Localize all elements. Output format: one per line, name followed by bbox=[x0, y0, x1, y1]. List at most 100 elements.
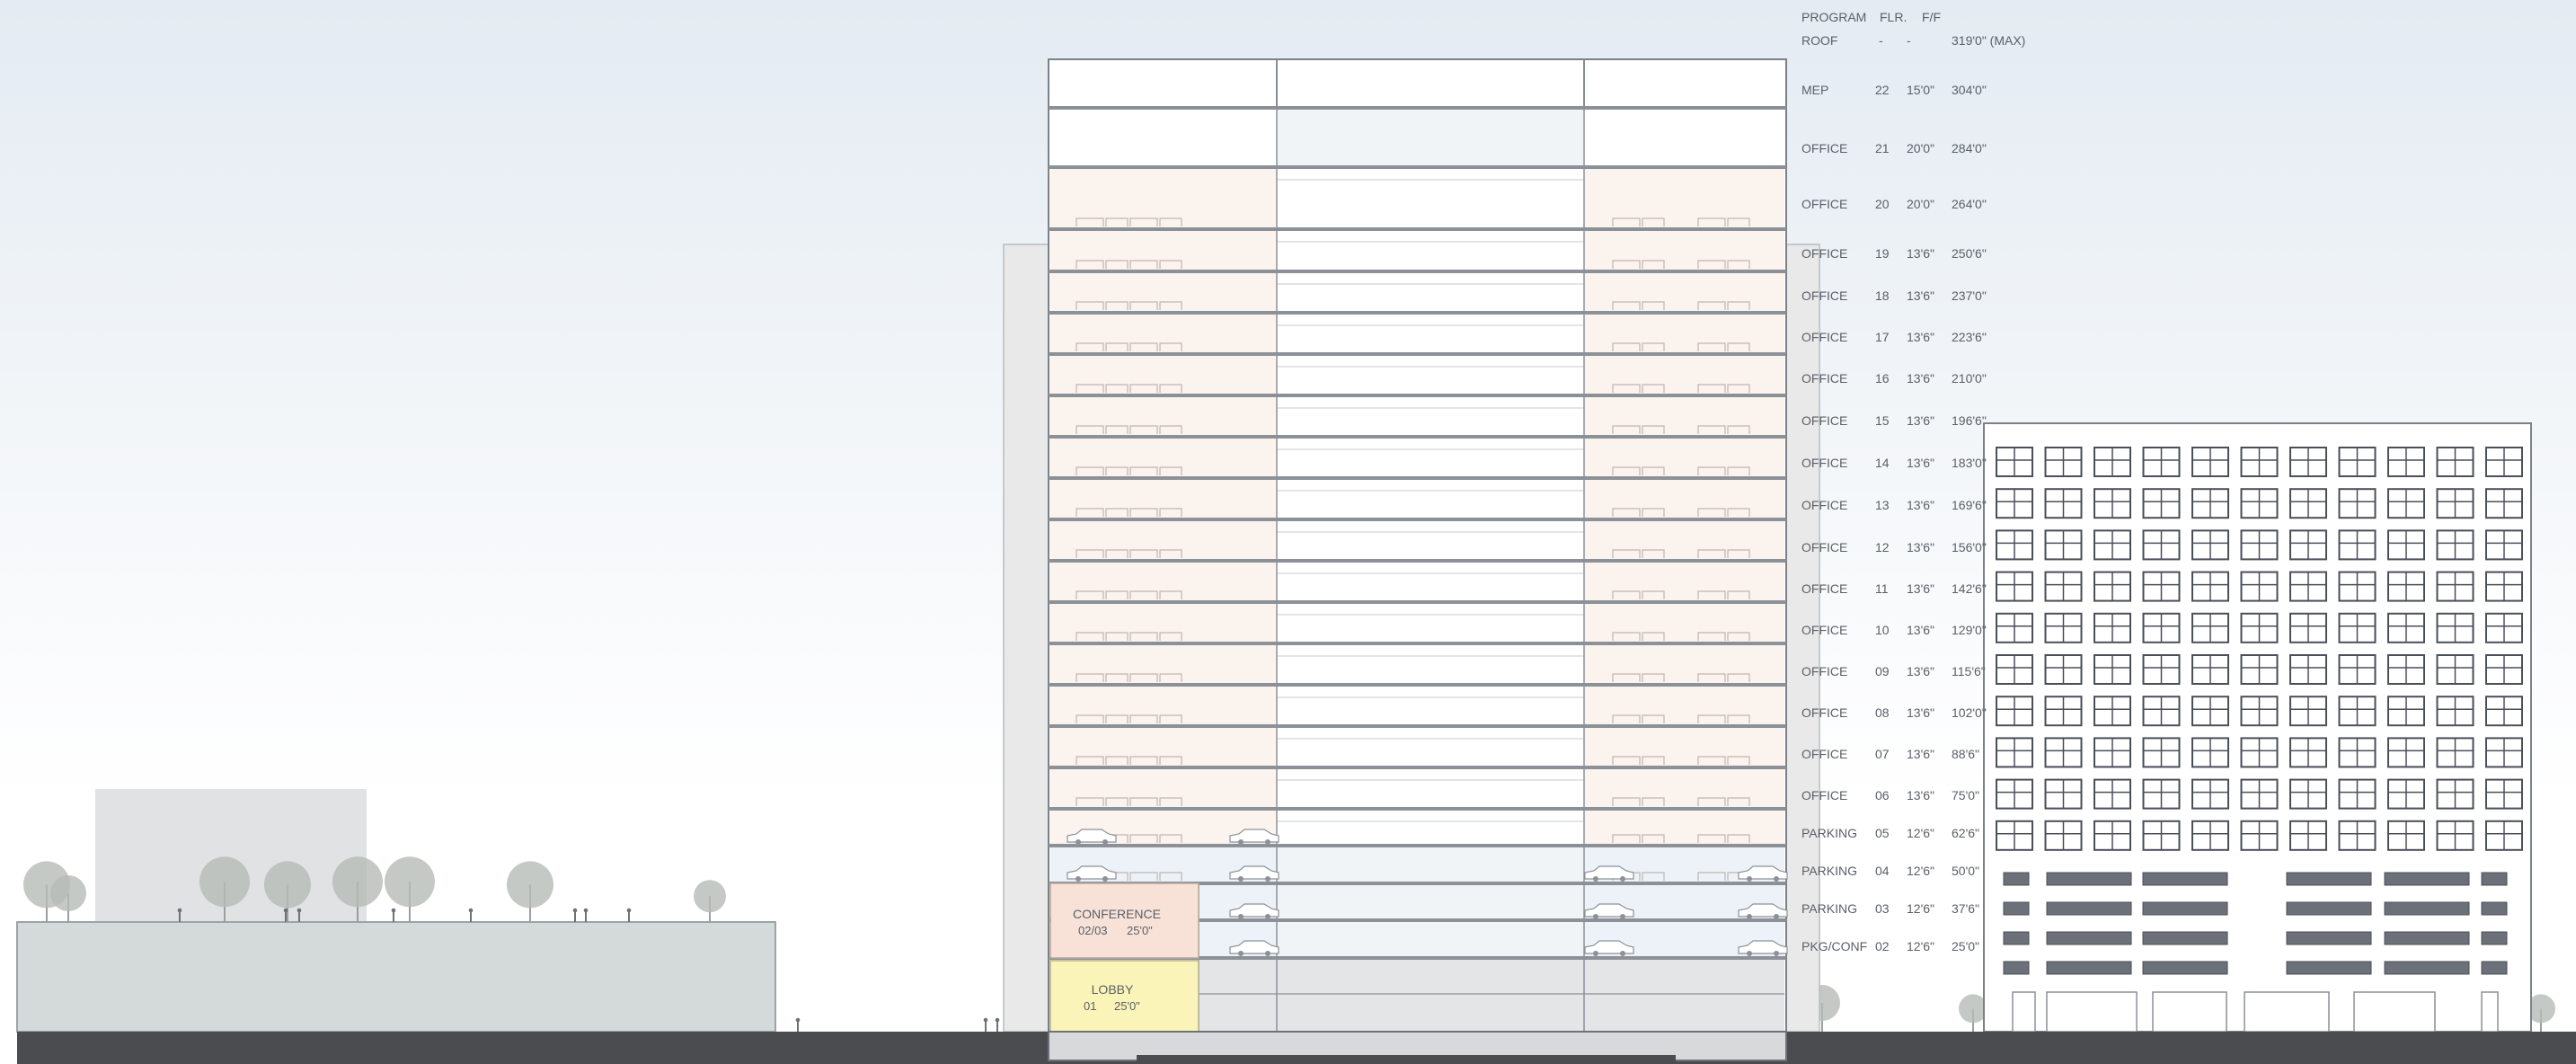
floor-band-right bbox=[1584, 437, 1784, 478]
core-band bbox=[1277, 478, 1584, 519]
floor-slab bbox=[1049, 766, 1786, 769]
floor-height: 13'6" bbox=[1907, 540, 1934, 554]
rear-massing-left bbox=[1003, 244, 1049, 1033]
elevation: 102'0" bbox=[1952, 705, 1987, 720]
program-label: PARKING bbox=[1801, 864, 1857, 878]
floor-height: 13'6" bbox=[1907, 330, 1934, 344]
tree-canopy bbox=[199, 856, 250, 908]
program-label: OFFICE bbox=[1801, 456, 1847, 470]
elevation: 223'6" bbox=[1952, 330, 1987, 344]
storefront-bay bbox=[2012, 991, 2036, 1033]
floor-number: 11 bbox=[1875, 581, 1889, 596]
floor-height: 13'6" bbox=[1907, 747, 1934, 761]
louver bbox=[2046, 961, 2132, 975]
floor-number: 21 bbox=[1875, 141, 1890, 155]
storefront-bay bbox=[2046, 991, 2138, 1033]
floor-slab bbox=[1049, 642, 1786, 645]
core-band bbox=[1277, 229, 1584, 271]
core-band bbox=[1277, 313, 1584, 354]
car-wheel bbox=[1774, 876, 1779, 882]
floor-band-left bbox=[1050, 437, 1277, 478]
core-band bbox=[1277, 920, 1584, 958]
tree-canopy bbox=[385, 856, 435, 908]
floor-number: 04 bbox=[1875, 864, 1890, 878]
car-wheel bbox=[1747, 951, 1752, 956]
ground-floor-loading bbox=[1277, 958, 1784, 1032]
core-band bbox=[1277, 726, 1584, 767]
basement-opening bbox=[1137, 1055, 1676, 1064]
core-band bbox=[1277, 643, 1584, 685]
car-wheel bbox=[1620, 914, 1625, 919]
floor-band-right bbox=[1584, 809, 1784, 846]
elevation: 37'6" bbox=[1952, 901, 1979, 916]
floor-band-right bbox=[1584, 767, 1784, 809]
person-head bbox=[177, 908, 182, 913]
program-label: OFFICE bbox=[1801, 141, 1847, 155]
floor-slab bbox=[1049, 165, 1786, 169]
floor-number: 13 bbox=[1875, 498, 1890, 512]
storefront-openings bbox=[2012, 991, 2499, 1033]
core-band bbox=[1277, 354, 1584, 395]
building-section-drawing: CONFERENCE 02/03 25'0" LOBBY 01 25'0" PR… bbox=[0, 0, 2576, 1064]
program-label: PARKING bbox=[1801, 826, 1857, 840]
louver bbox=[2046, 931, 2132, 945]
floor-height: 13'6" bbox=[1907, 705, 1934, 720]
louver bbox=[2481, 961, 2508, 975]
floor-slab bbox=[1049, 352, 1786, 356]
floor-slab bbox=[1049, 227, 1786, 231]
elevation: 50'0" bbox=[1952, 864, 1979, 878]
core-band bbox=[1277, 685, 1584, 726]
elevation: 142'6" bbox=[1952, 581, 1987, 596]
elevation: 319'0" (MAX) bbox=[1952, 33, 2025, 48]
floor-band-right bbox=[1584, 726, 1784, 767]
lobby-height: 25'0" bbox=[1114, 999, 1140, 1013]
person-head bbox=[283, 908, 288, 913]
louver bbox=[2003, 931, 2030, 945]
car-wheel bbox=[1620, 876, 1625, 882]
program-label: PKG/CONF bbox=[1801, 939, 1867, 953]
louver bbox=[2286, 961, 2372, 975]
car-wheel bbox=[1102, 839, 1108, 845]
car-wheel bbox=[1620, 951, 1625, 956]
floor-number: 02 bbox=[1875, 939, 1890, 953]
floor-height: - bbox=[1907, 33, 1911, 48]
tree-canopy bbox=[264, 861, 311, 909]
person-head bbox=[391, 908, 396, 913]
floor-band-right bbox=[1584, 354, 1784, 395]
storefront-bay bbox=[2152, 991, 2227, 1033]
louver bbox=[2384, 961, 2470, 975]
floor-slab bbox=[1049, 311, 1786, 315]
floor-band-right bbox=[1584, 685, 1784, 726]
floor-height: 12'6" bbox=[1907, 901, 1934, 916]
floor-slab bbox=[1049, 683, 1786, 687]
floor-band-right bbox=[1584, 229, 1784, 271]
program-label: ROOF bbox=[1801, 33, 1837, 48]
floor-band-left bbox=[1050, 685, 1277, 726]
elevation: 75'0" bbox=[1952, 788, 1979, 802]
car-wheel bbox=[1238, 951, 1244, 956]
floor-band-right bbox=[1584, 643, 1784, 685]
floor-height: 20'0" bbox=[1907, 141, 1934, 155]
floor-slab bbox=[1049, 476, 1786, 480]
floor-height: 20'0" bbox=[1907, 197, 1934, 211]
person-head bbox=[995, 1017, 1000, 1023]
car-wheel bbox=[1593, 951, 1598, 956]
floor-slab bbox=[1049, 844, 1786, 847]
person-head bbox=[983, 1017, 988, 1023]
louver bbox=[2384, 872, 2470, 886]
core-band bbox=[1277, 561, 1584, 602]
mechanical-penthouse bbox=[1276, 58, 1585, 109]
tree-canopy bbox=[332, 856, 383, 908]
car-wheel bbox=[1747, 914, 1752, 919]
floor-height: 12'6" bbox=[1907, 826, 1934, 840]
louver bbox=[2142, 961, 2228, 975]
floor-height: 13'6" bbox=[1907, 788, 1934, 802]
program-label: OFFICE bbox=[1801, 413, 1847, 428]
floor-band-right bbox=[1584, 271, 1784, 313]
floor-height: 12'6" bbox=[1907, 939, 1934, 953]
floor-height: 13'6" bbox=[1907, 623, 1934, 637]
elevation: 284'0" bbox=[1952, 141, 1987, 155]
car-wheel bbox=[1747, 876, 1752, 882]
storefront-bay bbox=[2353, 991, 2436, 1033]
floor-slab bbox=[1049, 807, 1786, 811]
